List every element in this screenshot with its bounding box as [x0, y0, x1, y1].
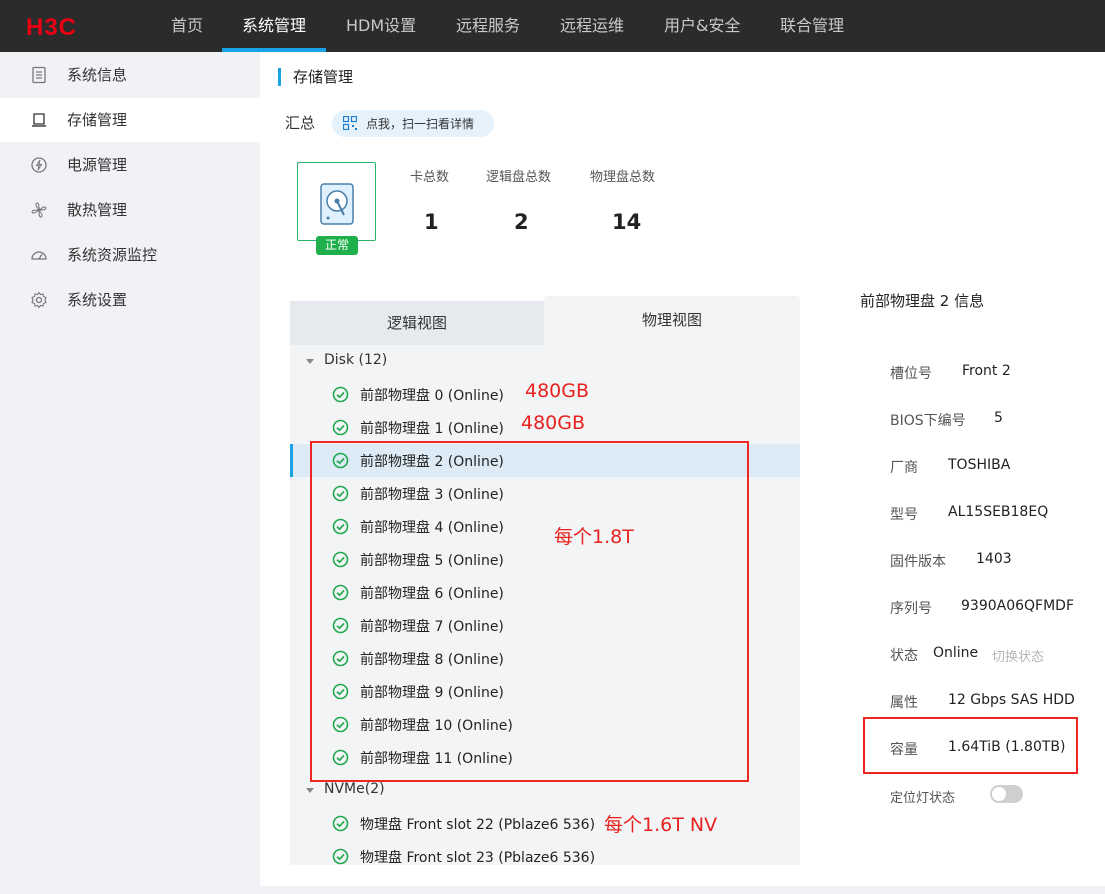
tree-item-label: 前部物理盘 0 (Online): [360, 388, 504, 404]
svg-text:H3C: H3C: [26, 14, 77, 38]
page-title: 存储管理: [293, 68, 354, 86]
switch-state-link[interactable]: 切换状态: [992, 646, 1044, 665]
tree-group-label: Disk (12): [324, 352, 388, 368]
nav-federated-management[interactable]: 联合管理: [780, 0, 844, 52]
detail-label-firmware: 固件版本: [890, 554, 946, 570]
detail-label-attribute: 属性: [890, 695, 918, 711]
detail-label-serial: 序列号: [890, 601, 932, 617]
stat-logical-total-value: 2: [514, 210, 529, 234]
title-accent-bar: [278, 68, 281, 86]
check-circle-icon: [332, 386, 349, 403]
annotation-group-size: 每个1.8T: [554, 526, 634, 548]
detail-title: 前部物理盘 2 信息: [860, 292, 985, 310]
annotation-nvme-size: 每个1.6T NV: [604, 814, 718, 836]
nav-user-security[interactable]: 用户&安全: [664, 0, 740, 52]
sidebar-item-label: 系统设置: [67, 291, 128, 309]
check-circle-icon: [332, 419, 349, 436]
detail-value-attribute: 12 Gbps SAS HDD: [948, 692, 1075, 708]
document-icon: [32, 66, 46, 84]
detail-label-state: 状态: [890, 648, 918, 664]
sidebar-item-resource-monitor[interactable]: 系统资源监控: [0, 233, 260, 277]
nav-system-management[interactable]: 系统管理: [242, 0, 306, 52]
qr-code-icon: [343, 116, 357, 130]
top-nav: H3C 首页 系统管理 HDM设置 远程服务 远程运维 用户&安全 联合管理: [0, 0, 1105, 52]
detail-value-serial: 9390A06QFMDF: [961, 598, 1075, 614]
stat-card-total-value: 1: [424, 210, 439, 234]
detail-value-slot: Front 2: [962, 363, 1011, 379]
detail-value-state: Online: [933, 645, 979, 661]
sidebar-item-label: 存储管理: [67, 111, 128, 129]
tab-logical-view[interactable]: 逻辑视图: [290, 301, 544, 345]
annotation-disk0-size: 480GB: [525, 380, 590, 402]
tree-item-label: 物理盘 Front slot 23 (Pblaze6 536): [360, 850, 596, 865]
sidebar-item-system-settings[interactable]: 系统设置: [0, 278, 260, 322]
h3c-logo[interactable]: H3C: [26, 14, 104, 38]
check-circle-icon: [332, 848, 349, 865]
stat-logical-total-label: 逻辑盘总数: [486, 170, 552, 185]
tree-item-label: 前部物理盘 1 (Online): [360, 421, 504, 437]
storage-status-card: [297, 162, 376, 241]
nav-remote-service[interactable]: 远程服务: [456, 0, 520, 52]
detail-value-model: AL15SEB18EQ: [948, 504, 1049, 520]
annotation-box-capacity: [863, 717, 1078, 774]
sidebar-item-storage[interactable]: 存储管理: [0, 98, 260, 142]
annotation-disk1-size: 480GB: [521, 412, 586, 434]
nav-home[interactable]: 首页: [171, 0, 203, 52]
detail-label-vendor: 厂商: [890, 460, 918, 476]
stat-card-total-label: 卡总数: [410, 170, 450, 185]
tree-item-nvme-1[interactable]: 物理盘 Front slot 23 (Pblaze6 536): [290, 840, 800, 865]
power-icon: [31, 157, 47, 173]
tab-physical-view[interactable]: 物理视图: [544, 296, 800, 345]
sidebar-item-label: 系统资源监控: [67, 246, 158, 264]
detail-label-locate-led: 定位灯状态: [890, 791, 956, 806]
sidebar-item-power[interactable]: 电源管理: [0, 143, 260, 187]
tree-group-disk[interactable]: Disk (12): [290, 345, 800, 378]
nav-remote-ops[interactable]: 远程运维: [560, 0, 624, 52]
summary-label: 汇总: [285, 114, 316, 132]
tree-group-label: NVMe(2): [324, 781, 385, 797]
stat-physical-total-label: 物理盘总数: [590, 170, 656, 185]
gear-icon: [31, 291, 47, 309]
stat-physical-total-value: 14: [612, 210, 642, 234]
detail-value-bios-index: 5: [994, 410, 1003, 426]
hard-disk-icon: [320, 183, 354, 225]
main-panel: 存储管理 汇总 点我，扫一扫看详情 正常 卡总数 1 逻辑盘总数 2 物理盘总数…: [260, 52, 1105, 886]
sidebar: 系统信息 存储管理 电源管理 散热管理 系统资源监控 系统设置: [0, 52, 260, 894]
scan-qr-button[interactable]: 点我，扫一扫看详情: [332, 110, 494, 137]
detail-value-firmware: 1403: [976, 551, 1012, 567]
status-badge: 正常: [316, 236, 358, 255]
detail-label-model: 型号: [890, 507, 918, 523]
storage-icon: [32, 113, 46, 127]
caret-down-icon[interactable]: [306, 359, 314, 364]
detail-label-bios-index: BIOS下编号: [890, 413, 966, 429]
selection-bar: [290, 444, 293, 477]
annotation-box-disk-group: [310, 441, 749, 782]
toggle-knob: [992, 787, 1006, 801]
sidebar-item-label: 电源管理: [67, 156, 128, 174]
detail-value-vendor: TOSHIBA: [948, 457, 1011, 473]
sidebar-item-label: 散热管理: [67, 201, 128, 219]
nav-hdm-settings[interactable]: HDM设置: [346, 0, 416, 52]
check-circle-icon: [332, 815, 349, 832]
sidebar-item-label: 系统信息: [67, 66, 128, 84]
gauge-icon: [31, 251, 47, 260]
tree-item-nvme-0[interactable]: 物理盘 Front slot 22 (Pblaze6 536): [290, 807, 800, 840]
tree-item-label: 物理盘 Front slot 22 (Pblaze6 536): [360, 817, 596, 833]
sidebar-item-cooling[interactable]: 散热管理: [0, 188, 260, 232]
fan-icon: [31, 202, 47, 218]
scan-hint-text: 点我，扫一扫看详情: [366, 117, 475, 131]
detail-label-slot: 槽位号: [890, 366, 932, 382]
caret-down-icon[interactable]: [306, 788, 314, 793]
locate-led-toggle[interactable]: [990, 785, 1023, 803]
view-tabs: 逻辑视图 物理视图: [290, 296, 800, 345]
sidebar-item-system-info[interactable]: 系统信息: [0, 53, 260, 97]
